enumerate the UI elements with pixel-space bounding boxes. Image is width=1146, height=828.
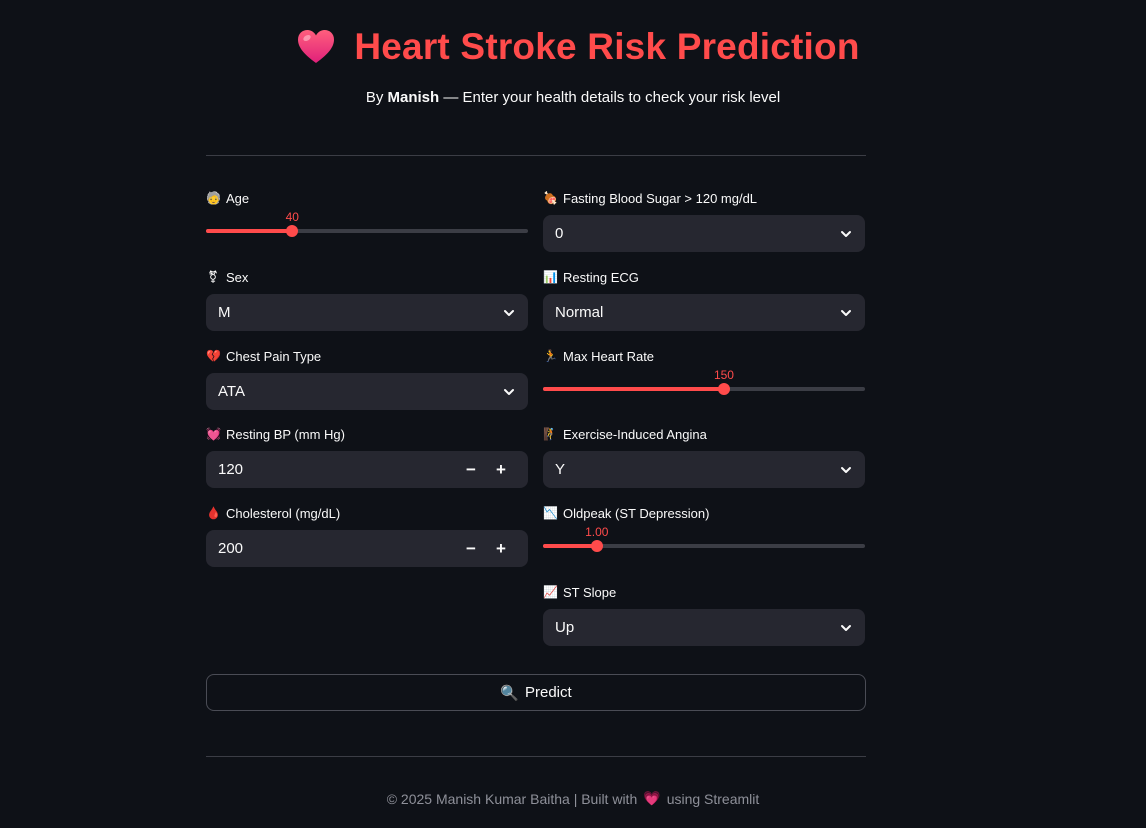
chevron-down-icon <box>504 388 514 395</box>
bottom-divider <box>206 756 866 757</box>
sex-field: ⚧ Sex M <box>206 268 528 331</box>
chevron-down-icon <box>841 309 851 316</box>
slider-fill <box>206 229 293 233</box>
resting-bp-field: 💓 Resting BP (mm Hg) 120 − + <box>206 425 528 488</box>
max-hr-field: 🏃 Max Heart Rate 150 <box>543 347 865 399</box>
subtitle-prefix: By <box>365 89 384 106</box>
select-value: ATA <box>218 383 245 400</box>
slider-value: 1.00 <box>585 525 609 539</box>
resting-ecg-field: 📊 Resting ECG Normal <box>543 268 865 331</box>
gender-icon: ⚧ <box>207 270 219 284</box>
slider-handle[interactable] <box>590 540 603 552</box>
decrement-button[interactable]: − <box>456 530 486 567</box>
st-slope-field: 📈 ST Slope Up <box>543 583 865 646</box>
select-value: Up <box>555 619 575 636</box>
heart-icon: 💗 <box>643 790 661 806</box>
number-value[interactable]: 200 <box>218 540 456 557</box>
slider-fill <box>543 387 724 391</box>
chart-increasing-icon: 📈 <box>543 585 558 599</box>
resting-ecg-label: Resting ECG <box>563 269 639 285</box>
resting-ecg-select[interactable]: Normal <box>543 294 865 331</box>
heart-icon <box>298 30 335 63</box>
footer-text-right: using Streamlit <box>666 790 760 807</box>
app-page: Heart Stroke Risk Prediction By Manish —… <box>0 0 1146 828</box>
select-value: Y <box>555 461 566 478</box>
resting-bp-label: Resting BP (mm Hg) <box>226 426 345 442</box>
meat-icon: 🍖 <box>543 191 558 205</box>
fasting-bs-label: Fasting Blood Sugar > 120 mg/dL <box>563 190 758 206</box>
number-value[interactable]: 120 <box>218 461 456 478</box>
select-value: 0 <box>555 225 564 242</box>
exercise-angina-select[interactable]: Y <box>543 451 865 488</box>
footer: © 2025 Manish Kumar Baitha | Built with … <box>0 790 1146 807</box>
increment-button[interactable]: + <box>486 451 516 488</box>
st-slope-label: ST Slope <box>563 584 617 600</box>
fasting-bs-select[interactable]: 0 <box>543 215 865 252</box>
sex-select[interactable]: M <box>206 294 528 331</box>
page-title: Heart Stroke Risk Prediction <box>354 26 860 67</box>
page-header: Heart Stroke Risk Prediction <box>0 22 1146 72</box>
top-divider <box>206 155 866 156</box>
chevron-down-icon <box>841 230 851 237</box>
chevron-down-icon <box>841 466 851 473</box>
cholesterol-label: Cholesterol (mg/dL) <box>226 505 341 521</box>
chest-pain-field: 💔 Chest Pain Type ATA <box>206 347 528 410</box>
chest-pain-select[interactable]: ATA <box>206 373 528 410</box>
age-field: 🧓 Age 40 <box>206 189 528 241</box>
broken-heart-icon: 💔 <box>206 349 221 363</box>
select-value: M <box>218 304 231 321</box>
predict-label: Predict <box>525 684 572 701</box>
chest-pain-label: Chest Pain Type <box>226 348 322 364</box>
chart-decreasing-icon: 📉 <box>543 506 558 520</box>
subtitle-suffix: — Enter your health details to check you… <box>443 89 781 106</box>
chevron-down-icon <box>841 624 851 631</box>
growing-heart-icon: 💓 <box>206 427 221 441</box>
person-face-icon: 🧓 <box>206 191 221 205</box>
climber-icon: 🧗 <box>543 427 558 441</box>
footer-text-left: © 2025 Manish Kumar Baitha | Built with <box>386 790 638 807</box>
increment-button[interactable]: + <box>486 530 516 567</box>
oldpeak-field: 📉 Oldpeak (ST Depression) 1.00 <box>543 504 865 556</box>
slider-value: 150 <box>713 368 734 382</box>
slider-value: 40 <box>285 210 299 224</box>
slider-handle[interactable] <box>717 383 730 395</box>
select-value: Normal <box>555 304 604 321</box>
max-hr-slider[interactable]: 150 <box>543 365 865 399</box>
drop-icon: 🩸 <box>206 506 221 520</box>
max-hr-label: Max Heart Rate <box>563 348 655 364</box>
cholesterol-field: 🩸 Cholesterol (mg/dL) 200 − + <box>206 504 528 567</box>
sex-label: Sex <box>226 269 249 285</box>
age-label: Age <box>226 190 250 206</box>
oldpeak-label: Oldpeak (ST Depression) <box>563 505 710 521</box>
decrement-button[interactable]: − <box>456 451 486 488</box>
slider-handle[interactable] <box>286 225 299 237</box>
oldpeak-slider[interactable]: 1.00 <box>543 522 865 556</box>
slider-fill <box>543 544 597 548</box>
cholesterol-input[interactable]: 200 − + <box>206 530 528 567</box>
exercise-angina-field: 🧗 Exercise-Induced Angina Y <box>543 425 865 488</box>
exercise-angina-label: Exercise-Induced Angina <box>563 426 707 442</box>
resting-bp-input[interactable]: 120 − + <box>206 451 528 488</box>
age-slider[interactable]: 40 <box>206 207 528 241</box>
magnifier-icon: 🔍 <box>500 684 519 702</box>
runner-icon: 🏃 <box>543 349 558 363</box>
predict-button[interactable]: 🔍 Predict <box>206 674 866 711</box>
chevron-down-icon <box>504 309 514 316</box>
page-subtitle: By Manish — Enter your health details to… <box>0 89 1146 106</box>
author-name: Manish <box>387 89 440 106</box>
st-slope-select[interactable]: Up <box>543 609 865 646</box>
bar-chart-icon: 📊 <box>543 270 558 284</box>
fasting-bs-field: 🍖 Fasting Blood Sugar > 120 mg/dL 0 <box>543 189 865 252</box>
